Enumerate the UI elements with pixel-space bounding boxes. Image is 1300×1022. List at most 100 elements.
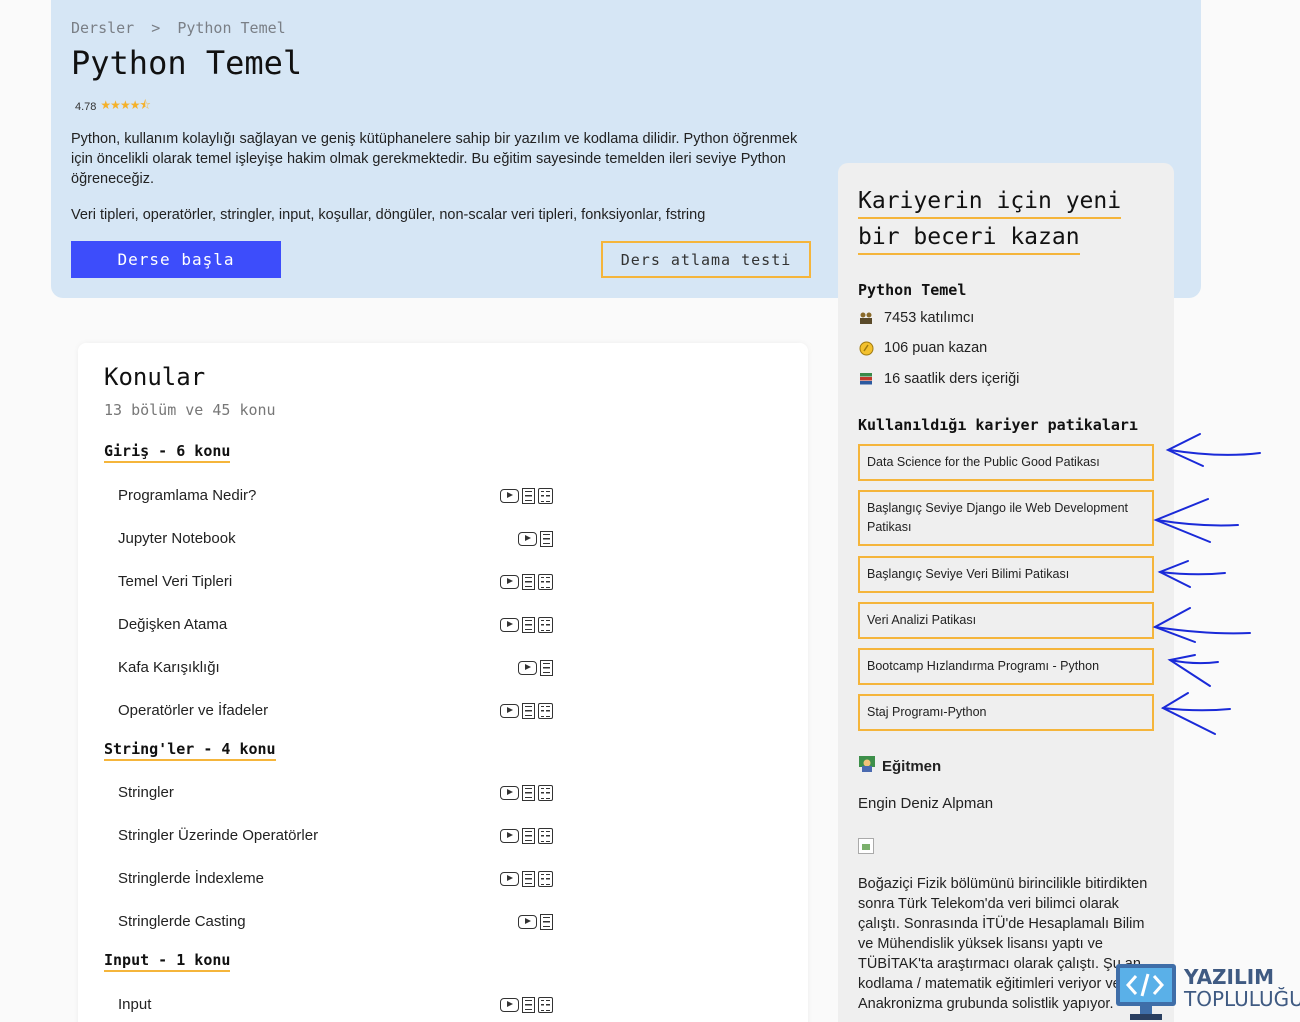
section-title[interactable]: Giriş - 6 konu [104, 442, 231, 463]
watermark-line2: TOPLULUĞU [1184, 987, 1300, 1011]
rating-value: 4.78 [75, 100, 97, 113]
stat-points: 106 puan kazan [858, 340, 987, 356]
document-icon [522, 488, 535, 504]
quiz-icon [538, 703, 553, 719]
stat-participants-text: 7453 katılımcı [884, 310, 975, 326]
lesson-item[interactable]: Programlama Nedir? [118, 487, 256, 504]
career-path-link[interactable]: Başlangıç Seviye Veri Bilimi Patikası [858, 556, 1154, 593]
start-course-button[interactable]: Derse başla [71, 241, 281, 278]
video-icon [518, 532, 537, 546]
document-icon [522, 997, 535, 1013]
skip-test-button[interactable]: Ders atlama testi [601, 241, 811, 278]
instructor-bio: Boğaziçi Fizik bölümünü birincilikle bit… [858, 876, 1148, 1012]
course-topics: Veri tipleri, operatörler, stringler, in… [71, 207, 706, 223]
lesson-icons [518, 531, 553, 547]
lesson-item[interactable]: Değişken Atama [118, 616, 227, 633]
annotation-arrow [1165, 433, 1261, 467]
quiz-icon [538, 574, 553, 590]
breadcrumb: Dersler > Python Temel [71, 19, 294, 37]
breadcrumb-separator: > [151, 19, 161, 37]
video-icon [500, 575, 519, 589]
quiz-icon [538, 785, 553, 801]
document-icon [540, 660, 553, 676]
lesson-icons [500, 997, 553, 1013]
document-icon [522, 871, 535, 887]
sidebar-heading-line1: Kariyerin için yeni [858, 185, 1122, 219]
sidebar-course-name: Python Temel [858, 281, 967, 299]
breadcrumb-current: Python Temel [177, 19, 286, 37]
lesson-icons [500, 871, 553, 887]
stat-hours: 16 saatlik ders içeriği [858, 371, 1019, 387]
quiz-icon [538, 997, 553, 1013]
rating-stars-icon: ★★★★⯪ [100, 98, 150, 112]
document-icon [522, 828, 535, 844]
instructor-heading: Eğitmen [858, 755, 941, 777]
lesson-item[interactable]: Stringlerde Casting [118, 913, 246, 930]
lesson-item[interactable]: Stringlerde İndexleme [118, 870, 264, 887]
career-paths-heading: Kullanıldığı kariyer patikaları [858, 416, 1138, 434]
video-icon [500, 489, 519, 503]
video-icon [500, 704, 519, 718]
lesson-item[interactable]: Jupyter Notebook [118, 530, 236, 547]
video-icon [500, 829, 519, 843]
instructor-heading-label: Eğitmen [882, 757, 942, 775]
participants-icon [858, 310, 874, 326]
career-path-link[interactable]: Başlangıç Seviye Django ile Web Developm… [858, 490, 1154, 546]
document-icon [522, 574, 535, 590]
video-icon [500, 872, 519, 886]
lesson-item[interactable]: Stringler Üzerinde Operatörler [118, 827, 318, 844]
lesson-item[interactable]: Stringler [118, 784, 174, 801]
video-icon [500, 786, 519, 800]
document-icon [522, 785, 535, 801]
document-icon [540, 531, 553, 547]
stat-hours-text: 16 saatlik ders içeriği [884, 371, 1020, 387]
lesson-icons [500, 703, 553, 719]
lesson-item[interactable]: Kafa Karışıklığı [118, 659, 220, 676]
lesson-icons [518, 660, 553, 676]
video-icon [518, 661, 537, 675]
coin-icon [858, 340, 874, 356]
lesson-icons [500, 617, 553, 633]
stat-points-text: 106 puan kazan [884, 340, 988, 356]
watermark-text: YAZILIM TOPLULUĞU [1184, 966, 1300, 1010]
books-icon [858, 371, 874, 387]
career-sidebar: Kariyerin için yeni bir beceri kazan Pyt… [838, 163, 1174, 1022]
video-icon [500, 618, 519, 632]
document-icon [522, 703, 535, 719]
watermark-line1: YAZILIM [1184, 965, 1275, 989]
lesson-item[interactable]: Temel Veri Tipleri [118, 573, 232, 590]
quiz-icon [538, 828, 553, 844]
quiz-icon [538, 617, 553, 633]
lesson-icons [500, 828, 553, 844]
career-path-link[interactable]: Veri Analizi Patikası [858, 602, 1154, 639]
monitor-logo-icon [1116, 964, 1176, 1020]
section-title[interactable]: String'ler - 4 konu [104, 740, 276, 761]
lesson-item[interactable]: Input [118, 996, 151, 1013]
sidebar-heading-line2: bir beceri kazan [858, 221, 1080, 255]
quiz-icon [538, 488, 553, 504]
lesson-item[interactable]: Operatörler ve İfadeler [118, 702, 268, 719]
career-path-link[interactable]: Bootcamp Hızlandırma Programı - Python [858, 648, 1154, 685]
teacher-icon [858, 755, 876, 777]
lesson-icons [500, 785, 553, 801]
lesson-icons [518, 914, 553, 930]
breadcrumb-link-dersler[interactable]: Dersler [71, 19, 134, 37]
lesson-icons [500, 488, 553, 504]
watermark: YAZILIM TOPLULUĞU [1108, 960, 1300, 1022]
career-path-link[interactable]: Data Science for the Public Good Patikas… [858, 444, 1154, 481]
lesson-icons [500, 574, 553, 590]
video-icon [500, 998, 519, 1012]
annotation-arrow [1167, 654, 1219, 687]
career-path-link[interactable]: Staj Programı-Python [858, 694, 1154, 731]
stat-participants: 7453 katılımcı [858, 310, 974, 326]
quiz-icon [538, 871, 553, 887]
course-description: Python, kullanım kolaylığı sağlayan ve g… [71, 131, 798, 187]
topics-card: Konular 13 bölüm ve 45 konu Giriş - 6 ko… [78, 343, 808, 1022]
page-title: Python Temel [71, 44, 303, 82]
course-rating: 4.78 ★★★★⯪ [75, 96, 151, 117]
instructor-name: Engin Deniz Alpman [858, 795, 994, 812]
sidebar-heading: Kariyerin için yeni bir beceri kazan [858, 183, 1122, 255]
section-title[interactable]: Input - 1 konu [104, 951, 231, 972]
document-icon [522, 617, 535, 633]
instructor-photo [858, 838, 874, 854]
